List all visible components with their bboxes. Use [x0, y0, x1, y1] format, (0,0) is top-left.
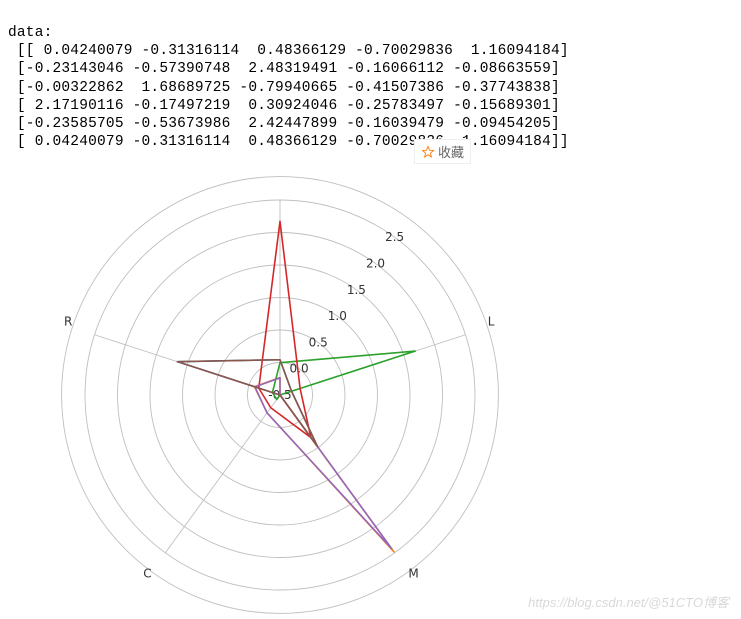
svg-text:1.0: 1.0 — [328, 309, 347, 323]
svg-text:M: M — [408, 567, 418, 581]
radar-chart: -0.50.00.51.01.52.02.5FLMCR — [0, 175, 741, 619]
svg-text:R: R — [64, 315, 72, 329]
favorite-label: 收藏 — [438, 142, 464, 161]
svg-text:L: L — [488, 315, 495, 329]
favorite-badge[interactable]: 收藏 — [414, 139, 471, 164]
star-icon — [421, 145, 435, 159]
svg-text:0.5: 0.5 — [309, 335, 328, 349]
data-matrix-block: data: [[ 0.04240079 -0.31316114 0.483661… — [0, 0, 741, 151]
svg-text:C: C — [143, 567, 151, 581]
data-label: data: — [8, 25, 53, 41]
svg-text:F: F — [277, 175, 284, 178]
svg-text:2.5: 2.5 — [385, 230, 404, 244]
svg-text:2.0: 2.0 — [366, 257, 385, 271]
matrix-text: [[ 0.04240079 -0.31316114 0.48366129 -0.… — [8, 43, 569, 150]
svg-text:1.5: 1.5 — [347, 283, 366, 297]
